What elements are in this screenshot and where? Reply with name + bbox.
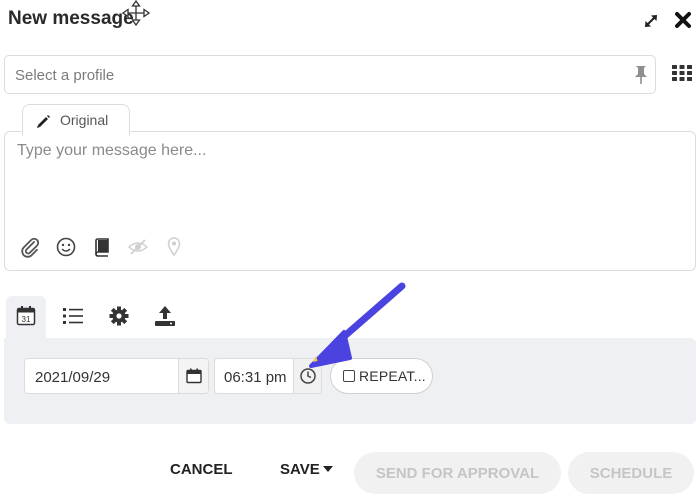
tab-calendar[interactable]: 31 — [6, 296, 46, 338]
tab-list[interactable] — [52, 296, 92, 338]
dialog-header: New message — [0, 0, 700, 44]
message-input[interactable] — [15, 140, 675, 220]
grid-icon[interactable] — [671, 63, 693, 83]
paperclip-icon[interactable] — [19, 236, 41, 258]
schedule-panel: REPEAT... — [4, 338, 696, 424]
profile-selector[interactable] — [4, 55, 656, 94]
calendar-icon: 31 — [16, 306, 36, 326]
dialog-title: New message — [8, 8, 134, 29]
gear-icon — [109, 306, 129, 326]
emoji-icon[interactable] — [55, 236, 77, 258]
schedule-button[interactable]: SCHEDULE — [568, 452, 694, 494]
location-pin-icon[interactable] — [163, 236, 185, 258]
repeat-checkbox[interactable] — [343, 370, 355, 382]
clock-icon — [300, 368, 316, 384]
eye-slash-icon[interactable] — [127, 236, 149, 258]
list-icon — [63, 308, 83, 324]
book-icon[interactable] — [91, 236, 113, 258]
send-for-approval-button[interactable]: SEND FOR APPROVAL — [354, 452, 561, 494]
tab-original-label: Original — [60, 112, 109, 128]
profile-input[interactable] — [13, 63, 613, 87]
tab-upload[interactable] — [144, 296, 184, 338]
close-icon[interactable] — [672, 9, 694, 31]
repeat-label: REPEAT... — [359, 368, 426, 384]
pin-icon[interactable] — [631, 64, 651, 86]
pencil-icon — [37, 115, 50, 128]
date-field[interactable] — [24, 358, 209, 394]
date-picker-button[interactable] — [178, 359, 208, 393]
schedule-tabs: 31 — [4, 296, 696, 338]
save-button[interactable]: SAVE — [280, 461, 333, 478]
message-editor — [4, 131, 696, 271]
calendar-small-icon — [186, 368, 202, 384]
tab-original[interactable]: Original — [22, 104, 130, 136]
tab-settings[interactable] — [98, 296, 138, 338]
date-input[interactable] — [33, 365, 173, 389]
move-icon[interactable] — [122, 0, 150, 26]
save-label: SAVE — [280, 461, 320, 478]
cancel-button[interactable]: CANCEL — [170, 461, 233, 478]
calendar-day: 31 — [22, 315, 31, 324]
time-input[interactable] — [222, 365, 294, 389]
dialog-footer: CANCEL SAVE SEND FOR APPROVAL SCHEDULE — [0, 452, 700, 497]
repeat-button[interactable]: REPEAT... — [330, 358, 433, 394]
expand-icon[interactable] — [642, 12, 660, 30]
time-field[interactable] — [214, 358, 322, 394]
caret-down-icon — [322, 466, 333, 472]
upload-icon — [155, 306, 175, 326]
time-picker-button[interactable] — [293, 359, 321, 393]
